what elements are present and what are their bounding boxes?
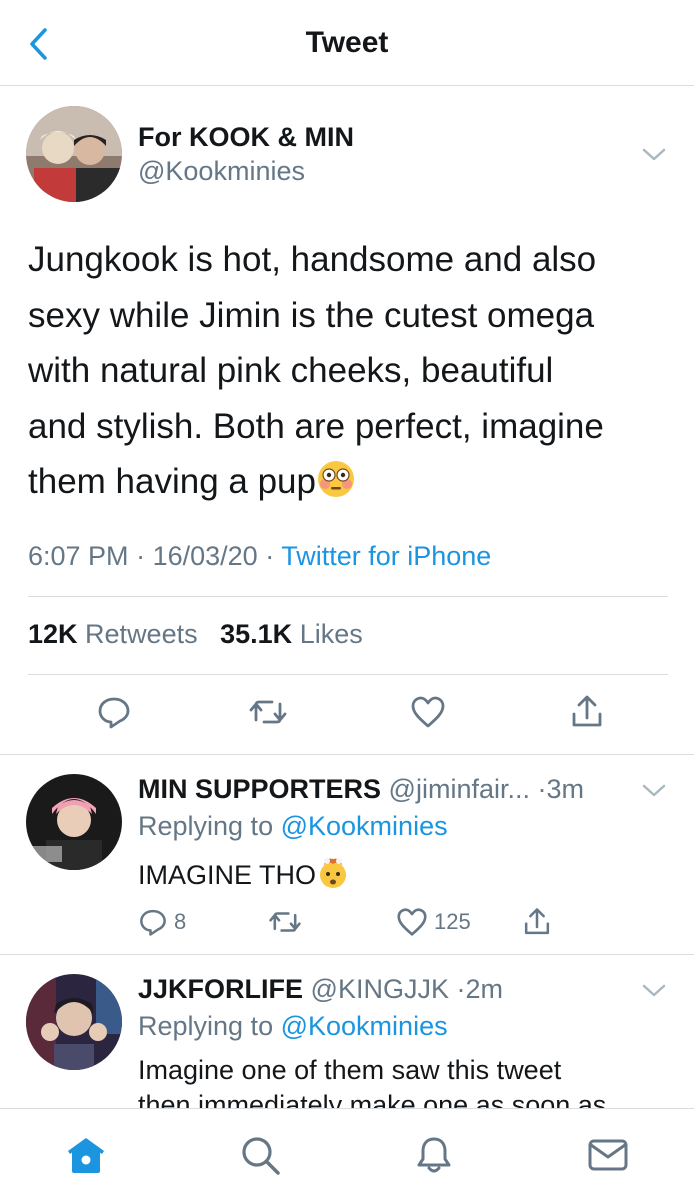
meta-separator: · [265, 541, 282, 571]
author-avatar[interactable] [26, 106, 122, 202]
reply-text-cut-line: then immediately make one as soon as [138, 1090, 607, 1108]
chevron-down-icon[interactable] [640, 142, 668, 166]
tweet-text-line: with natural pink cheeks, beautiful [28, 351, 554, 390]
tweet-text-line: Jungkook is hot, handsome and also [28, 240, 597, 279]
divider [28, 674, 668, 675]
reply-header: JJKFORLIFE @KINGJJK ·2m [138, 974, 503, 1005]
reply-handle[interactable]: @jiminfair... [389, 774, 530, 804]
replying-to: Replying to @Kookminies [138, 1011, 448, 1042]
reply-avatar[interactable] [26, 974, 122, 1070]
reply-avatar[interactable] [26, 774, 122, 870]
like-action[interactable]: 125 [396, 904, 471, 940]
tweet-time: 6:07 PM [28, 541, 129, 571]
chevron-down-icon[interactable] [640, 778, 668, 802]
reply-count: 8 [174, 909, 187, 934]
tweet-date: 16/03/20 [152, 541, 258, 571]
reply-text: IMAGINE THO [138, 855, 350, 891]
retweets-label: Retweets [85, 619, 198, 649]
reply-header: MIN SUPPORTERS @jiminfair... ·3m [138, 774, 584, 805]
flushed-face-emoji-icon [316, 459, 356, 499]
tweet-meta: 6:07 PM · 16/03/20 · Twitter for iPhone [28, 541, 491, 572]
author-display-name[interactable]: For KOOK & MIN [138, 122, 354, 153]
divider [0, 754, 694, 755]
reply-text-content: IMAGINE THO [138, 860, 317, 890]
reply-age: 2m [465, 974, 504, 1004]
divider [0, 954, 694, 955]
exploding-head-emoji-icon [316, 855, 350, 889]
replying-to: Replying to @Kookminies [138, 811, 448, 842]
reply-action[interactable]: 8 [138, 904, 186, 940]
reply-display-name[interactable]: MIN SUPPORTERS [138, 774, 381, 804]
search-icon[interactable] [236, 1131, 284, 1179]
home-icon[interactable] [62, 1131, 110, 1179]
like-count: 125 [434, 909, 471, 934]
divider [28, 596, 668, 597]
retweets-count: 12K [28, 619, 78, 649]
replying-to-handle[interactable]: @Kookminies [281, 811, 448, 841]
bell-icon[interactable] [410, 1131, 458, 1179]
tweet-text-line: sexy while Jimin is the cutest omega [28, 295, 595, 335]
top-nav-bar: Tweet [0, 0, 694, 86]
tweet-text-line-end: them having a pup [28, 462, 316, 501]
tweet-text: Jungkook is hot, handsome and also sexy … [28, 232, 668, 510]
bottom-tab-bar [0, 1108, 694, 1200]
reply-handle[interactable]: @KINGJJK [311, 974, 449, 1004]
meta-separator: · [456, 974, 466, 1004]
likes-stat[interactable]: 35.1K Likes [220, 619, 363, 649]
share-action[interactable] [522, 904, 552, 940]
tweet-source-link[interactable]: Twitter for iPhone [281, 541, 491, 571]
chevron-down-icon[interactable] [640, 978, 668, 1002]
heart-icon[interactable] [406, 690, 450, 734]
reply-age: 3m [546, 774, 585, 804]
share-icon[interactable] [565, 690, 609, 734]
tweet-text-line: and stylish. Both are perfect, imagine [28, 406, 604, 446]
likes-count: 35.1K [220, 619, 293, 649]
reply-text: Imagine one of them saw this tweet [138, 1055, 562, 1085]
likes-label: Likes [299, 619, 363, 649]
reply-icon[interactable] [92, 690, 136, 734]
envelope-icon[interactable] [584, 1131, 632, 1179]
replying-to-label: Replying to [138, 1011, 274, 1041]
retweets-stat[interactable]: 12K Retweets [28, 619, 198, 649]
retweet-icon[interactable] [246, 690, 290, 734]
tweet-counts: 12K Retweets 35.1K Likes [28, 619, 363, 650]
retweet-action[interactable] [268, 904, 302, 940]
reply-display-name[interactable]: JJKFORLIFE [138, 974, 303, 1004]
meta-separator: · [136, 541, 153, 571]
replying-to-handle[interactable]: @Kookminies [281, 1011, 448, 1041]
page-title: Tweet [305, 26, 389, 59]
replying-to-label: Replying to [138, 811, 274, 841]
author-handle[interactable]: @Kookminies [138, 156, 305, 187]
meta-separator: · [537, 774, 547, 804]
tweet-text-line: them having a pup [28, 454, 668, 510]
